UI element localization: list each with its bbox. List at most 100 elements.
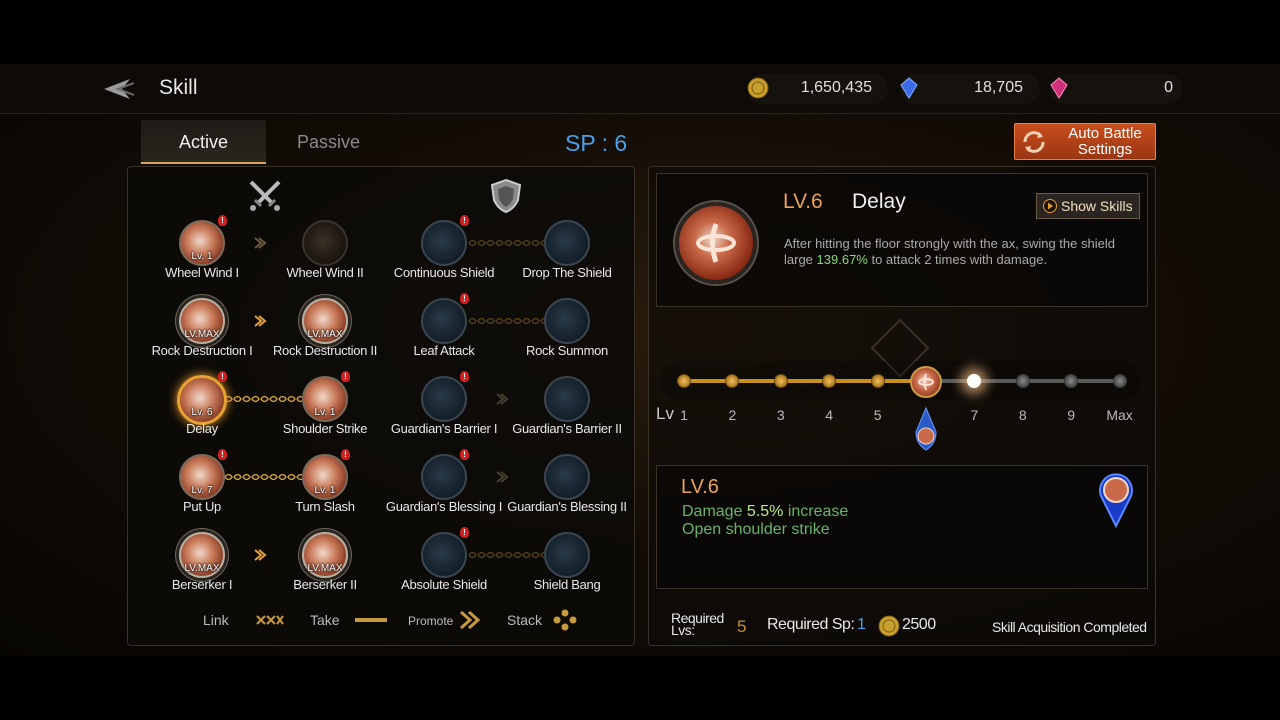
required-sp-label: Required Sp:	[767, 616, 855, 633]
skill-name: Delay	[186, 421, 218, 436]
level-effect-line-2: Open shoulder strike	[682, 521, 830, 538]
gold-coin-icon	[878, 615, 900, 637]
promote-arrow-icon	[254, 315, 267, 327]
shield-icon	[490, 178, 522, 214]
alert-icon: !	[218, 371, 227, 382]
skill-level: LV.MAX	[307, 563, 343, 574]
skill-level: Lv. 6	[191, 407, 213, 418]
level-tick-label: 5	[873, 407, 882, 423]
required-levels-value: 5	[737, 617, 746, 636]
current-level-marker	[910, 366, 942, 398]
skill-name: Drop The Shield	[522, 265, 612, 280]
legend-stack-label: Stack	[507, 612, 543, 628]
skill-guardians-blessing-1[interactable]	[421, 454, 467, 500]
page-title: Skill	[159, 76, 198, 99]
skill-name: Guardian's Barrier I	[390, 421, 498, 436]
link-chain	[224, 395, 302, 403]
pink-gem-value: 0	[1164, 79, 1173, 96]
skill-leaf-attack[interactable]	[421, 298, 467, 344]
skill-name: Rock Destruction I	[151, 343, 253, 358]
alert-icon: !	[460, 449, 469, 460]
skill-wheel-wind-2[interactable]	[302, 220, 348, 266]
promote-arrow-icon	[496, 471, 509, 483]
skill-name: Berserker II	[293, 577, 357, 592]
skill-name: Rock Summon	[526, 343, 608, 358]
skill-name: Leaf Attack	[413, 343, 475, 358]
level-dot-10[interactable]	[1112, 374, 1127, 388]
level-tick-label: 7	[970, 407, 979, 423]
alert-icon: !	[460, 527, 469, 538]
skill-continuous-shield[interactable]	[421, 220, 467, 266]
promote-arrow-icon	[496, 393, 509, 405]
link-chain	[224, 473, 302, 481]
skill-guardians-barrier-1[interactable]	[421, 376, 467, 422]
sp-counter: SP : 6	[565, 130, 628, 156]
skill-absolute-shield[interactable]	[421, 532, 467, 578]
legend-link-label: Link	[203, 612, 229, 628]
current-level-pin-icon	[915, 406, 937, 451]
required-gold-value: 2500	[902, 616, 936, 633]
skill-name: Put Up	[183, 499, 221, 514]
gold-coin-icon	[747, 77, 769, 99]
promote-arrow-icon	[460, 610, 481, 630]
promote-arrow-icon	[254, 237, 267, 249]
level-dot-1[interactable]	[677, 374, 691, 388]
gold-value: 1,650,435	[800, 79, 872, 96]
skill-level: Lv. 1	[191, 251, 213, 262]
level-tick-label: 1	[680, 407, 688, 423]
auto-battle-settings-button[interactable]: Auto Battle Settings	[1014, 123, 1156, 160]
skill-name: Wheel Wind II	[286, 265, 364, 280]
legend-take-label: Take	[310, 612, 340, 628]
skill-name: Absolute Shield	[401, 577, 487, 592]
gem-value: 18,705	[974, 79, 1023, 96]
skill-name: Shield Bang	[533, 577, 601, 592]
skill-name: Berserker I	[171, 577, 233, 592]
level-tick-label: 2	[728, 407, 737, 423]
tab-active[interactable]: Active	[141, 120, 266, 164]
acquisition-status: Skill Acquisition Completed	[992, 619, 1147, 635]
detail-skill-name: Delay	[852, 190, 906, 213]
take-bar-icon	[355, 618, 387, 622]
skill-drop-the-shield[interactable]	[544, 220, 590, 266]
skill-level: LV.MAX	[184, 329, 220, 340]
skill-description: After hitting the floor strongly with th…	[784, 236, 1115, 267]
skill-name: Guardian's Blessing II	[507, 499, 627, 514]
skill-name: Guardian's Barrier II	[512, 421, 622, 436]
level-tick-label: 9	[1067, 407, 1076, 423]
skill-level: Lv. 1	[314, 485, 336, 496]
crossed-swords-icon	[249, 180, 281, 211]
pink-gem-icon	[1050, 77, 1068, 99]
show-skills-label: Show Skills	[1061, 198, 1133, 214]
link-chain	[468, 551, 544, 559]
level-track-filled	[684, 379, 926, 383]
show-skills-button[interactable]: Show Skills	[1036, 193, 1140, 219]
skill-name: Shoulder Strike	[282, 421, 368, 436]
level-effect-line: Damage 5.5% increase	[682, 503, 849, 520]
level-tick-label: 4	[825, 407, 834, 423]
skill-pin-icon	[1099, 473, 1133, 528]
level-dot-5[interactable]	[870, 374, 885, 388]
skill-level: Lv. 1	[314, 407, 336, 418]
back-arrow-icon[interactable]	[96, 75, 136, 103]
link-chain-icon	[256, 615, 284, 625]
skill-guardians-blessing-2[interactable]	[544, 454, 590, 500]
tab-passive[interactable]: Passive	[266, 120, 391, 164]
promote-arrow-icon	[254, 549, 267, 561]
alert-icon: !	[341, 371, 350, 382]
alert-icon: !	[460, 371, 469, 382]
level-dot-8[interactable]	[1015, 374, 1030, 388]
skill-guardians-barrier-2[interactable]	[544, 376, 590, 422]
auto-battle-label: Auto Battle Settings	[1068, 125, 1142, 158]
refresh-icon	[1023, 131, 1045, 153]
required-levels-label: Required Lvs:	[671, 610, 724, 638]
level-dot-3[interactable]	[773, 374, 788, 388]
alert-icon: !	[218, 449, 227, 460]
legend-promote-label: Promote	[408, 614, 454, 628]
skill-level: LV.MAX	[184, 563, 220, 574]
detail-level: LV.6	[783, 190, 823, 213]
skill-rock-summon[interactable]	[544, 298, 590, 344]
alert-icon: !	[341, 449, 350, 460]
level-tick-label: 3	[776, 407, 785, 423]
link-chain	[468, 239, 544, 247]
skill-shield-bang[interactable]	[544, 532, 590, 578]
